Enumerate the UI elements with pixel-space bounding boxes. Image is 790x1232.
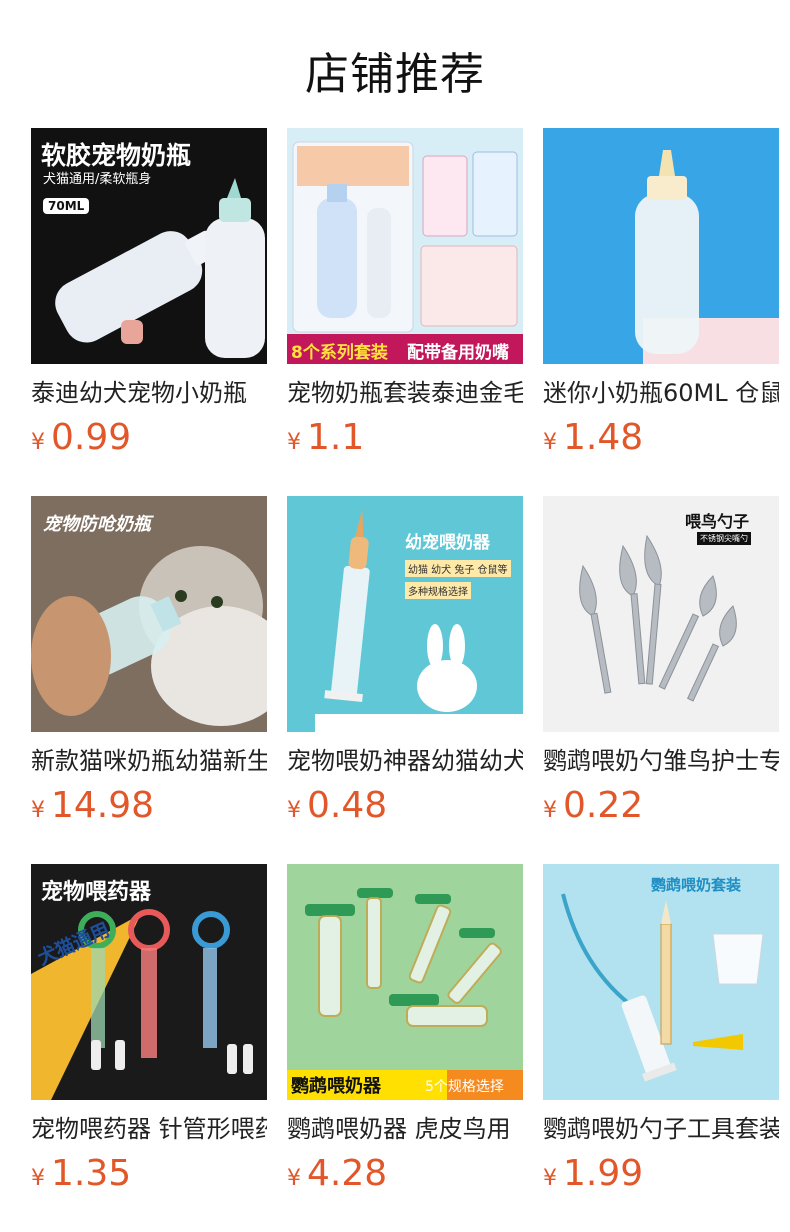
currency-symbol: ¥ xyxy=(543,430,557,455)
product-price: ¥1.48 xyxy=(543,416,779,460)
product-image[interactable]: 8个系列套装 配带备用奶嘴 xyxy=(287,128,523,364)
overlay-title: 宠物防呛奶瓶 xyxy=(43,514,151,535)
product-card[interactable]: 软胶宠物奶瓶 犬猫通用/柔软瓶身 70ML 泰迪幼犬宠物小奶瓶 ¥0.99 xyxy=(31,128,267,460)
product-card[interactable]: 迷你小奶瓶60ML 仓鼠 ¥1.48 xyxy=(543,128,779,460)
overlay-title: 幼宠喂奶器 xyxy=(405,533,490,553)
price-value: 1.35 xyxy=(51,1153,132,1194)
product-name[interactable]: 泰迪幼犬宠物小奶瓶 xyxy=(31,378,267,408)
price-value: 0.22 xyxy=(563,785,644,826)
product-price: ¥1.35 xyxy=(31,1152,267,1196)
currency-symbol: ¥ xyxy=(287,798,301,823)
product-name[interactable]: 宠物喂药器 针管形喂药 xyxy=(31,1114,267,1144)
product-price: ¥1.1 xyxy=(287,416,523,460)
product-image[interactable]: 喂鸟勺子 不锈钢尖嘴勺 xyxy=(543,496,779,732)
bird-feeder-syringes-image xyxy=(287,864,523,1100)
product-card[interactable]: 8个系列套装 配带备用奶嘴 宠物奶瓶套装泰迪金毛 ¥1.1 xyxy=(287,128,523,460)
product-name[interactable]: 鹦鹉喂奶器 虎皮鸟用 xyxy=(287,1114,523,1144)
product-price: ¥0.22 xyxy=(543,784,779,828)
product-price: ¥1.99 xyxy=(543,1152,779,1196)
product-name[interactable]: 迷你小奶瓶60ML 仓鼠 xyxy=(543,378,779,408)
price-value: 0.99 xyxy=(51,417,132,458)
overlay-title: 8个系列套装 xyxy=(291,343,388,363)
product-card[interactable]: 宠物防呛奶瓶 新款猫咪奶瓶幼猫新生 ¥14.98 xyxy=(31,496,267,828)
price-value: 1.99 xyxy=(563,1153,644,1194)
product-price: ¥4.28 xyxy=(287,1152,523,1196)
overlay-title: 宠物喂药器 xyxy=(41,880,152,905)
overlay-title: 喂鸟勺子 xyxy=(685,512,750,531)
product-price: ¥0.99 xyxy=(31,416,267,460)
product-card[interactable]: 鹦鹉喂奶器 5个规格选择 鹦鹉喂奶器 虎皮鸟用 ¥4.28 xyxy=(287,864,523,1196)
overlay-subtitle: 5个规格选择 xyxy=(425,1079,504,1095)
product-name[interactable]: 鹦鹉喂奶勺子工具套装 xyxy=(543,1114,779,1144)
overlay-note: 多种规格选择 xyxy=(405,582,471,599)
currency-symbol: ¥ xyxy=(287,430,301,455)
product-price: ¥0.48 xyxy=(287,784,523,828)
overlay-badge: 70ML xyxy=(43,198,90,214)
currency-symbol: ¥ xyxy=(543,1166,557,1191)
currency-symbol: ¥ xyxy=(543,798,557,823)
page-title: 店铺推荐 xyxy=(305,49,485,100)
overlay-title: 鹦鹉喂奶器 xyxy=(291,1076,381,1097)
product-image[interactable]: 软胶宠物奶瓶 犬猫通用/柔软瓶身 70ML xyxy=(31,128,267,364)
price-value: 1.48 xyxy=(563,417,644,458)
product-name[interactable]: 宠物奶瓶套装泰迪金毛 xyxy=(287,378,523,408)
product-name[interactable]: 宠物喂奶神器幼猫幼犬 xyxy=(287,746,523,776)
currency-symbol: ¥ xyxy=(31,1166,45,1191)
product-image[interactable]: 宠物防呛奶瓶 xyxy=(31,496,267,732)
overlay-subtitle: 不锈钢尖嘴勺 xyxy=(697,532,751,545)
price-value: 1.1 xyxy=(307,417,365,458)
price-value: 4.28 xyxy=(307,1153,388,1194)
bottle-kit-image xyxy=(287,128,523,364)
product-image[interactable] xyxy=(543,128,779,364)
product-card[interactable]: 鹦鹉喂奶套装 鹦鹉喂奶勺子工具套装 ¥1.99 xyxy=(543,864,779,1196)
parrot-feeding-set-image xyxy=(543,864,779,1100)
overlay-title: 鹦鹉喂奶套装 xyxy=(651,876,742,894)
overlay-subtitle: 犬猫通用/柔软瓶身 xyxy=(43,172,152,187)
product-image[interactable]: 鹦鹉喂奶套装 xyxy=(543,864,779,1100)
currency-symbol: ¥ xyxy=(31,430,45,455)
price-value: 0.48 xyxy=(307,785,388,826)
product-card[interactable]: 幼宠喂奶器 幼猫 幼犬 兔子 仓鼠等 多种规格选择 宠物喂奶神器幼猫幼犬 ¥0.… xyxy=(287,496,523,828)
product-image[interactable]: 幼宠喂奶器 幼猫 幼犬 兔子 仓鼠等 多种规格选择 xyxy=(287,496,523,732)
product-name[interactable]: 鹦鹉喂奶勺雏鸟护士专 xyxy=(543,746,779,776)
product-card[interactable]: 喂鸟勺子 不锈钢尖嘴勺 鹦鹉喂奶勺雏鸟护士专 ¥0.22 xyxy=(543,496,779,828)
product-name[interactable]: 新款猫咪奶瓶幼猫新生 xyxy=(31,746,267,776)
product-image[interactable]: 鹦鹉喂奶器 5个规格选择 xyxy=(287,864,523,1100)
overlay-subtitle: 幼猫 幼犬 兔子 仓鼠等 xyxy=(405,560,511,577)
price-value: 14.98 xyxy=(51,785,155,826)
currency-symbol: ¥ xyxy=(31,798,45,823)
product-price: ¥14.98 xyxy=(31,784,267,828)
overlay-title: 软胶宠物奶瓶 xyxy=(41,141,192,170)
overlay-subtitle: 配带备用奶嘴 xyxy=(407,343,509,363)
product-image[interactable]: 宠物喂药器 犬猫通用 xyxy=(31,864,267,1100)
currency-symbol: ¥ xyxy=(287,1166,301,1191)
product-card[interactable]: 宠物喂药器 犬猫通用 宠物喂药器 针管形喂药 ¥1.35 xyxy=(31,864,267,1196)
mini-bottle-image xyxy=(543,128,779,364)
